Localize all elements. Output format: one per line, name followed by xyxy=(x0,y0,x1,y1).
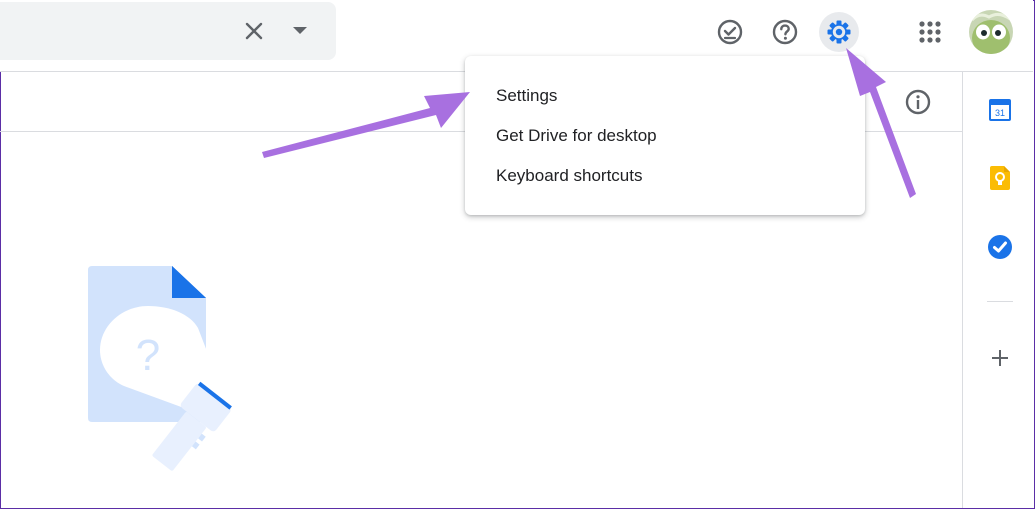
question-mark-glyph: ? xyxy=(136,331,160,380)
search-bar[interactable] xyxy=(0,2,336,60)
side-panel: 31 xyxy=(962,72,1035,508)
tasks-button[interactable] xyxy=(987,234,1013,260)
google-apps-button[interactable] xyxy=(910,12,950,52)
keep-button[interactable] xyxy=(987,165,1013,191)
settings-button[interactable] xyxy=(819,12,859,52)
keep-icon xyxy=(990,166,1010,190)
help-button[interactable] xyxy=(765,12,805,52)
clear-search-button[interactable] xyxy=(238,15,270,47)
calendar-day-label: 31 xyxy=(995,108,1005,118)
close-icon xyxy=(245,22,263,40)
file-not-found-illustration: ? xyxy=(88,266,232,471)
account-avatar[interactable] xyxy=(969,10,1013,54)
ready-for-offline-button[interactable] xyxy=(710,12,750,52)
search-options-button[interactable] xyxy=(286,15,314,47)
help-icon xyxy=(772,19,798,45)
menu-item-settings[interactable]: Settings xyxy=(465,78,865,114)
add-icon xyxy=(992,350,1008,366)
view-details-button[interactable] xyxy=(898,84,938,120)
menu-item-get-drive-for-desktop[interactable]: Get Drive for desktop xyxy=(465,118,865,154)
empty-state-illustration: ? xyxy=(86,262,276,479)
menu-item-keyboard-shortcuts[interactable]: Keyboard shortcuts xyxy=(465,158,865,194)
side-panel-divider xyxy=(987,301,1013,302)
get-add-ons-button[interactable] xyxy=(987,345,1013,371)
tasks-icon xyxy=(988,235,1012,259)
ready-for-offline-icon xyxy=(717,19,743,45)
apps-grid-icon xyxy=(919,21,941,43)
calendar-button[interactable]: 31 xyxy=(987,96,1013,122)
caret-down-icon xyxy=(293,27,307,34)
calendar-icon: 31 xyxy=(989,99,1011,121)
settings-gear-icon xyxy=(827,20,851,44)
settings-menu: Settings Get Drive for desktop Keyboard … xyxy=(465,56,865,215)
avatar-image xyxy=(969,10,1013,54)
info-icon xyxy=(905,89,931,115)
